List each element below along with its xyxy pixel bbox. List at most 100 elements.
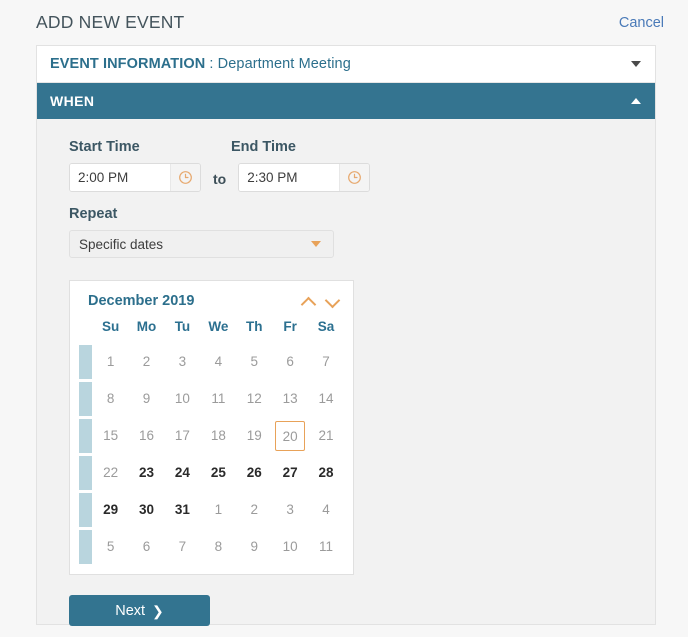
end-time-block — [238, 163, 371, 192]
start-time-block — [69, 163, 201, 192]
repeat-select[interactable]: Specific dates — [69, 230, 334, 258]
calendar-day-number: 3 — [286, 501, 294, 517]
calendar-day-cell[interactable]: 24 — [165, 454, 201, 491]
calendar-day-number: 6 — [286, 353, 294, 369]
end-time-input[interactable] — [239, 164, 340, 191]
calendar-day-number: 17 — [174, 427, 190, 443]
section-label-event-information: EVENT INFORMATION : Department Meeting — [50, 56, 351, 72]
calendar-day-cell[interactable]: 28 — [308, 454, 344, 491]
chevron-up-icon[interactable] — [301, 294, 316, 309]
calendar-day-number: 11 — [319, 538, 334, 554]
calendar-day-number: 4 — [214, 353, 223, 369]
calendar-day-number: 15 — [103, 427, 119, 443]
time-inputs-row: to — [69, 163, 655, 192]
calendar-day-number: 11 — [211, 390, 226, 406]
calendar-day-cell: 18 — [200, 417, 236, 454]
calendar-day-cell: 16 — [129, 417, 165, 454]
calendar-day-cell: 19 — [236, 417, 272, 454]
calendar-day-number: 21 — [318, 427, 334, 443]
end-time-clock-icon[interactable] — [339, 164, 370, 191]
calendar-day-cell: 6 — [129, 528, 165, 565]
calendar-day-cell: 20 — [272, 417, 308, 454]
section-header-when[interactable]: WHEN — [37, 83, 655, 119]
calendar-day-number: 5 — [106, 538, 115, 554]
calendar-day-cell: 2 — [129, 343, 165, 380]
calendar-day-number: 30 — [139, 501, 155, 517]
chevron-down-icon[interactable] — [631, 61, 641, 67]
calendar-day-cell[interactable]: 26 — [236, 454, 272, 491]
calendar-day-cell[interactable]: 29 — [93, 491, 129, 528]
calendar-day-cell: 14 — [308, 380, 344, 417]
cancel-link[interactable]: Cancel — [619, 15, 664, 31]
week-indicator-cell[interactable] — [79, 528, 93, 565]
page-title: ADD NEW EVENT — [36, 12, 185, 32]
calendar-body: 1 2 3 4 5 6 7 8 9 10 11 12 13 14 15 16 17 18 19 20 21 22 23 24 2… — [79, 343, 344, 565]
calendar-month-year: December 2019 — [88, 293, 195, 309]
week-indicator-cell[interactable] — [79, 491, 93, 528]
next-button[interactable]: Next ❯ — [69, 595, 210, 626]
start-time-label: Start Time — [69, 139, 140, 155]
calendar-day-number: 7 — [322, 353, 330, 369]
calendar-day-number: 28 — [318, 464, 334, 480]
calendar-day-cell: 12 — [236, 380, 272, 417]
calendar-day-cell[interactable]: 27 — [272, 454, 308, 491]
calendar-day-number: 8 — [214, 538, 223, 554]
calendar-day-cell[interactable]: 30 — [129, 491, 165, 528]
calendar-day-cell: 11 — [308, 528, 344, 565]
calendar-day-number: 13 — [282, 390, 298, 406]
start-time-clock-icon[interactable] — [170, 164, 200, 191]
calendar-day-number: 2 — [142, 353, 151, 369]
calendar-day-number: 29 — [103, 501, 119, 517]
weekday-header: We — [208, 319, 229, 334]
calendar-day-number: 6 — [142, 538, 151, 554]
calendar-day-cell: 5 — [93, 528, 129, 565]
calendar-grid: Su Mo Tu We Th Fr Sa 1 2 3 4 5 6 7 8 9 10 11 12 13 14… — [79, 317, 344, 565]
calendar-day-cell: 10 — [165, 380, 201, 417]
calendar-day-cell: 1 — [200, 491, 236, 528]
calendar-day-number: 25 — [210, 464, 226, 480]
calendar-day-number: 10 — [282, 538, 298, 554]
calendar-week-row: 8 9 10 11 12 13 14 — [79, 380, 344, 417]
next-button-label: Next — [115, 602, 146, 619]
calendar-day-number: 9 — [250, 538, 258, 554]
time-separator-label: to — [213, 170, 227, 187]
page-header: ADD NEW EVENT Cancel — [0, 0, 688, 45]
weekday-header: Fr — [283, 319, 297, 334]
calendar-day-cell[interactable]: 31 — [165, 491, 201, 528]
when-section-body: Start Time End Time to — [37, 119, 655, 626]
label-spacer — [201, 139, 231, 163]
calendar-day-cell: 10 — [272, 528, 308, 565]
calendar-day-number: 20 — [275, 420, 306, 451]
week-indicator-cell[interactable] — [79, 343, 93, 380]
start-time-input[interactable] — [70, 164, 170, 191]
chevron-down-icon[interactable] — [325, 294, 340, 309]
calendar-day-cell: 15 — [93, 417, 129, 454]
calendar-day-cell[interactable]: 23 — [129, 454, 165, 491]
chevron-down-icon[interactable] — [311, 241, 321, 247]
calendar-week-row: 1 2 3 4 5 6 7 — [79, 343, 344, 380]
calendar-day-cell: 13 — [272, 380, 308, 417]
weekday-header: Mo — [136, 319, 157, 334]
calendar-day-number: 14 — [318, 390, 334, 406]
section-header-event-information[interactable]: EVENT INFORMATION : Department Meeting — [37, 46, 655, 83]
week-indicator-cell[interactable] — [79, 417, 93, 454]
calendar-day-cell[interactable]: 25 — [200, 454, 236, 491]
calendar-day-cell: 7 — [165, 528, 201, 565]
section-subtitle-event-name: : Department Meeting — [205, 56, 351, 72]
calendar-day-number: 22 — [103, 464, 119, 480]
calendar-day-number: 18 — [210, 427, 226, 443]
week-indicator-cell[interactable] — [79, 380, 93, 417]
calendar-day-number: 26 — [246, 464, 262, 480]
calendar-day-number: 5 — [250, 353, 258, 369]
calendar-day-number: 12 — [246, 390, 262, 406]
calendar-day-cell: 4 — [200, 343, 236, 380]
calendar-day-number: 16 — [139, 427, 155, 443]
end-time-field-wrapper — [238, 163, 371, 192]
chevron-up-icon[interactable] — [631, 98, 641, 104]
weekday-header: Sa — [317, 319, 335, 334]
add-event-card: EVENT INFORMATION : Department Meeting W… — [36, 45, 656, 626]
calendar-day-cell: 3 — [272, 491, 308, 528]
week-indicator-cell[interactable] — [79, 454, 93, 491]
week-indicator-bar — [79, 455, 92, 490]
calendar-day-cell: 8 — [93, 380, 129, 417]
